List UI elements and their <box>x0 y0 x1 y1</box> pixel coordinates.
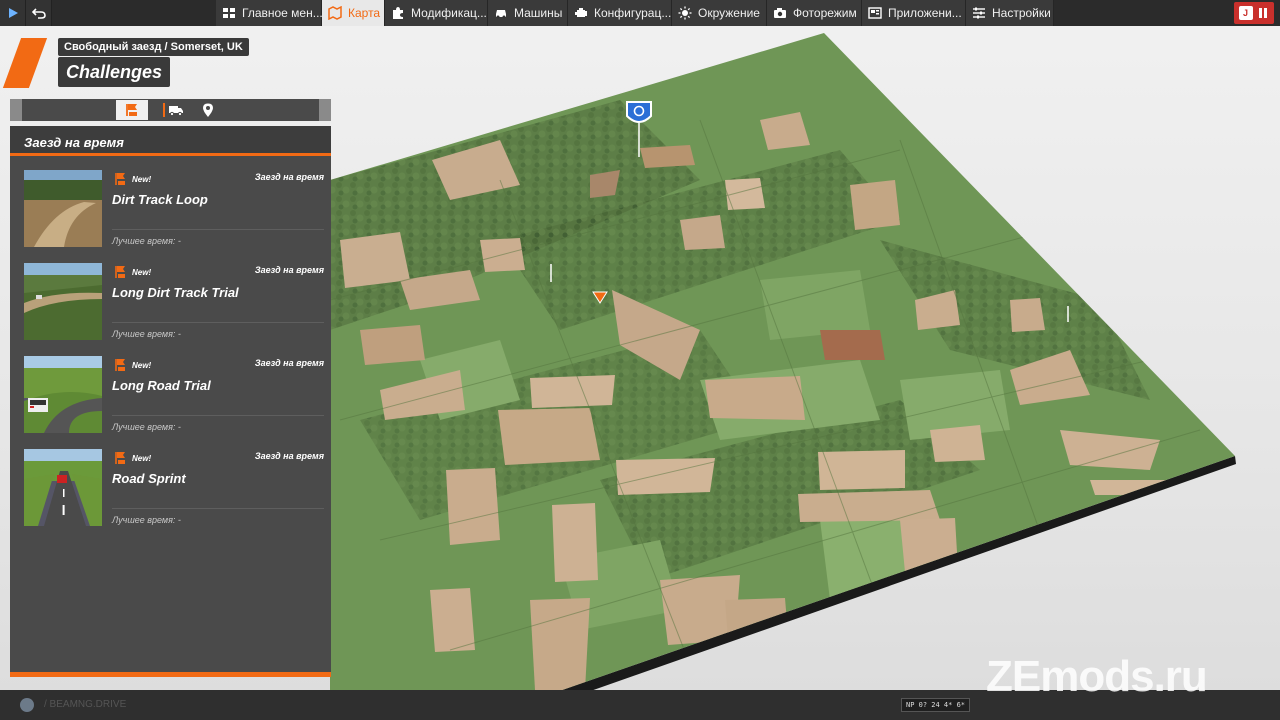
menu-label: Фоторежим <box>793 6 857 20</box>
menu-config[interactable]: Конфигурац... <box>568 0 672 26</box>
new-badge: New! <box>132 175 152 184</box>
challenge-thumbnail <box>24 170 102 247</box>
challenge-name: Road Sprint <box>112 471 186 486</box>
section-header: Заезд на время <box>10 126 331 156</box>
pause-toggle[interactable]: J <box>1234 2 1274 24</box>
divider <box>112 229 324 230</box>
steam-icon <box>20 698 34 712</box>
home-icon <box>222 6 236 20</box>
section-title: Заезд на время <box>24 135 124 150</box>
top-bar: Главное мен... Карта Модификац... Машины… <box>0 0 1280 26</box>
challenge-type: Заезд на время <box>254 451 324 461</box>
menu-label: Карта <box>348 6 381 20</box>
truck-icon <box>169 106 183 117</box>
badge-j: J <box>1238 6 1253 20</box>
main-menu: Главное мен... Карта Модификац... Машины… <box>216 0 1054 26</box>
pin-icon <box>203 103 213 117</box>
flag-icon <box>126 104 137 116</box>
flag-icon <box>115 266 125 278</box>
challenge-item[interactable]: New! Заезд на время Long Dirt Track Tria… <box>24 263 324 343</box>
camera-icon <box>773 6 787 20</box>
flag-icon <box>115 173 125 185</box>
menu-label: Модификац... <box>411 6 487 20</box>
play-button[interactable] <box>0 0 26 26</box>
challenge-name: Long Dirt Track Trial <box>112 285 239 300</box>
challenge-thumbnail <box>24 449 102 526</box>
play-icon <box>8 8 18 18</box>
menu-environment[interactable]: Окружение <box>672 0 767 26</box>
new-badge: New! <box>132 454 152 463</box>
breadcrumb: Свободный заезд / Somerset, UK <box>58 38 249 56</box>
engine-icon <box>574 6 588 20</box>
tab-locations[interactable] <box>192 100 224 120</box>
flag-icon <box>115 452 125 464</box>
back-button[interactable] <box>26 0 52 26</box>
menu-label: Машины <box>514 6 563 20</box>
challenge-type: Заезд на время <box>254 172 324 182</box>
challenge-type: Заезд на время <box>254 358 324 368</box>
map-icon <box>328 6 342 20</box>
bottom-label: / BEAMNG.DRIVE <box>44 699 127 710</box>
divider <box>112 415 324 416</box>
car-icon <box>494 6 508 20</box>
challenge-thumbnail <box>24 263 102 340</box>
menu-main[interactable]: Главное мен... <box>216 0 323 26</box>
tab-vehicles[interactable] <box>160 100 192 120</box>
menu-label: Главное мен... <box>242 6 323 20</box>
challenge-name: Long Road Trial <box>112 378 211 393</box>
challenge-type: Заезд на время <box>254 265 324 275</box>
filter-scroll-left[interactable] <box>10 99 22 121</box>
challenge-item[interactable]: New! Заезд на время Long Road Trial Лучш… <box>24 356 324 436</box>
puzzle-icon <box>391 6 405 20</box>
page-title: Challenges <box>58 57 171 87</box>
menu-photo[interactable]: Фоторежим <box>767 0 862 26</box>
challenge-item[interactable]: New! Заезд на время Road Sprint Лучшее в… <box>24 449 324 529</box>
new-badge: New! <box>132 361 152 370</box>
watermark-logo: ZEmods.ru <box>986 652 1208 701</box>
best-time: Лучшее время: - <box>112 515 181 525</box>
best-time: Лучшее время: - <box>112 422 181 432</box>
filter-tabs <box>10 99 331 121</box>
best-time: Лучшее время: - <box>112 236 181 246</box>
build-info: NP 0? 24 4* 6* <box>901 698 971 712</box>
menu-settings[interactable]: Настройки <box>966 0 1054 26</box>
challenges-panel: Заезд на время New! Заезд на время Dirt … <box>10 126 331 677</box>
filter-scroll-right[interactable] <box>319 99 331 121</box>
divider <box>112 322 324 323</box>
menu-mods[interactable]: Модификац... <box>385 0 488 26</box>
pause-icon <box>1256 6 1270 20</box>
menu-label: Настройки <box>992 6 1051 20</box>
menu-label: Приложени... <box>888 6 962 20</box>
challenge-item[interactable]: New! Заезд на время Dirt Track Loop Лучш… <box>24 170 324 250</box>
menu-vehicles[interactable]: Машины <box>488 0 568 26</box>
best-time: Лучшее время: - <box>112 329 181 339</box>
menu-map[interactable]: Карта <box>322 0 385 26</box>
undo-icon <box>31 8 46 19</box>
tab-challenges[interactable] <box>116 100 148 120</box>
challenge-thumbnail <box>24 356 102 433</box>
menu-label: Окружение <box>698 6 760 20</box>
challenge-name: Dirt Track Loop <box>112 192 208 207</box>
menu-label: Конфигурац... <box>594 6 672 20</box>
menu-apps[interactable]: Приложени... <box>862 0 966 26</box>
sun-icon <box>678 6 692 20</box>
new-badge: New! <box>132 268 152 277</box>
divider <box>112 508 324 509</box>
sliders-icon <box>972 6 986 20</box>
apps-icon <box>868 6 882 20</box>
flag-icon <box>115 359 125 371</box>
